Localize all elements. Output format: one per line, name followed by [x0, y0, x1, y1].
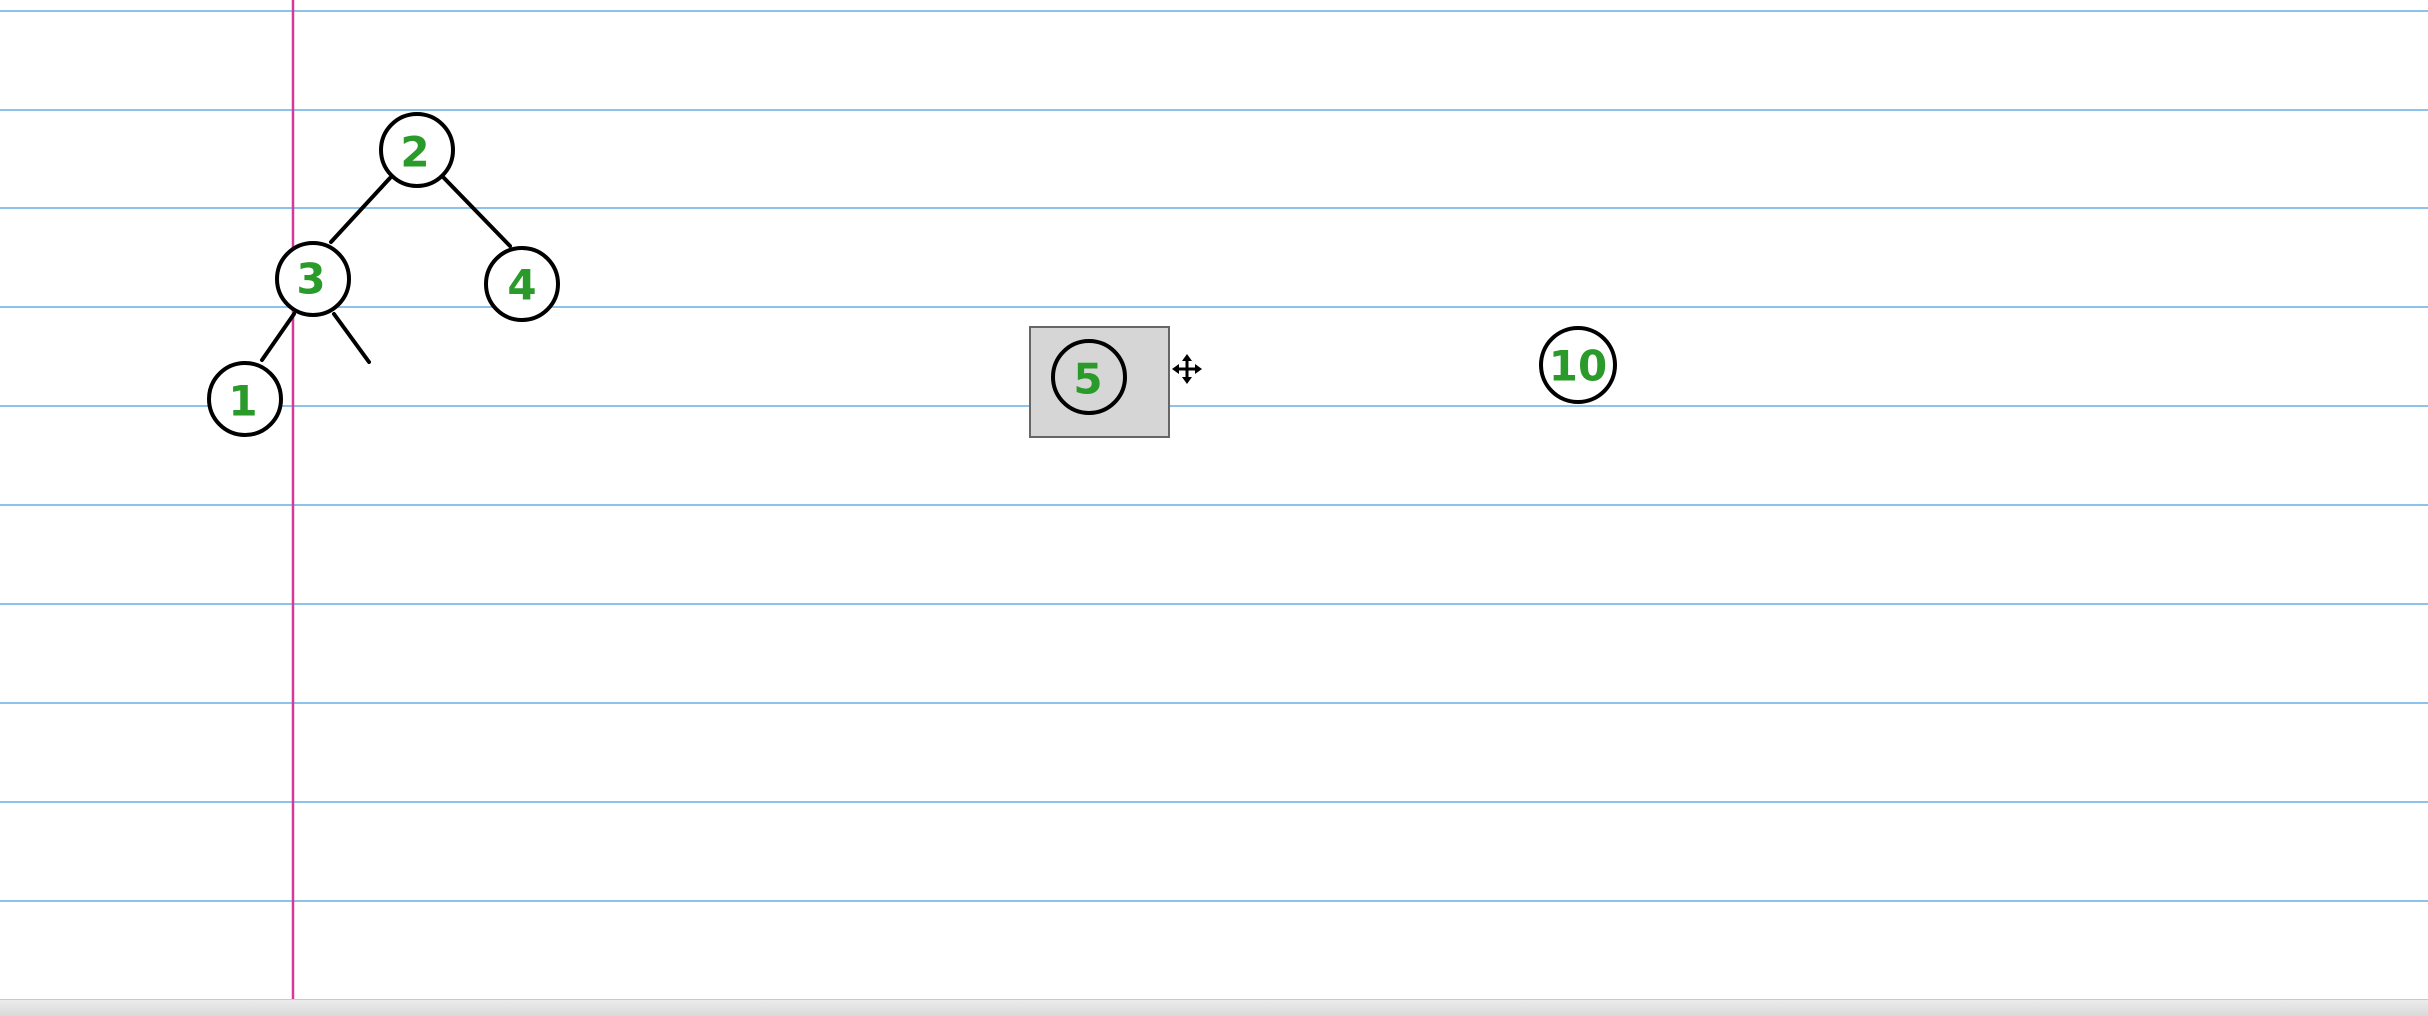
move-cursor-icon — [1172, 354, 1202, 384]
node-label: 3 — [296, 255, 325, 304]
edge-3-empty — [332, 312, 371, 364]
node-label: 10 — [1549, 342, 1607, 391]
node-label: 5 — [1073, 355, 1102, 404]
tree-node-3[interactable]: 3 — [275, 241, 351, 317]
bottom-edge-bar — [0, 999, 2428, 1016]
tree-node-10[interactable]: 10 — [1539, 326, 1617, 404]
node-label: 2 — [400, 128, 429, 177]
node-label: 4 — [507, 261, 536, 310]
tree-node-1[interactable]: 1 — [207, 361, 283, 437]
tree-node-4[interactable]: 4 — [484, 246, 560, 322]
tree-node-2[interactable]: 2 — [379, 112, 455, 188]
edge-2-3 — [329, 176, 392, 244]
node-label: 1 — [228, 377, 257, 426]
ruled-lines — [0, 10, 2428, 902]
drawing-surface[interactable]: 2 3 4 1 5 10 — [0, 0, 2428, 1016]
notebook-canvas[interactable]: 2 3 4 1 5 10 — [0, 0, 2428, 1016]
edge-3-1 — [260, 312, 296, 362]
edge-2-4 — [442, 176, 512, 248]
